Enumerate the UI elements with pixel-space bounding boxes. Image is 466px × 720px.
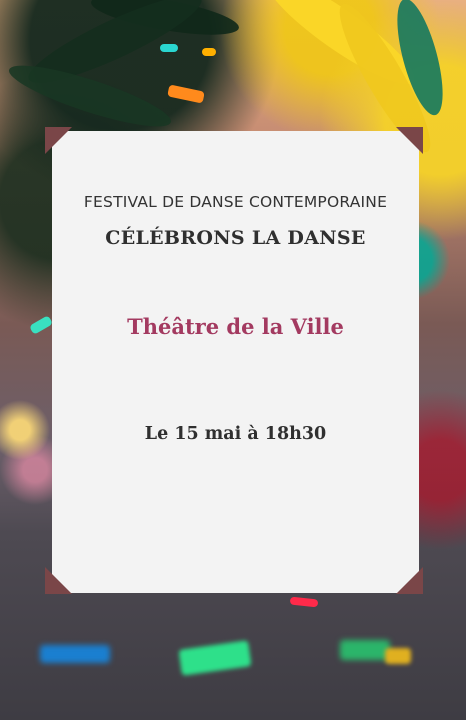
- confetti: [28, 315, 54, 335]
- confetti: [178, 640, 252, 676]
- event-date-time: Le 15 mai à 18h30: [144, 424, 327, 444]
- venue-name: Théâtre de la Ville: [127, 314, 344, 339]
- confetti: [289, 596, 319, 608]
- confetti: [202, 48, 216, 56]
- confetti: [385, 648, 411, 664]
- photo-corner-bottom-left: [45, 567, 72, 594]
- confetti: [340, 640, 390, 660]
- photo-corner-top-right: [396, 127, 423, 154]
- photo-corner-bottom-right: [396, 567, 423, 594]
- confetti: [160, 44, 178, 52]
- confetti: [167, 84, 205, 104]
- invitation-card: FESTIVAL DE DANSE CONTEMPORAINE CÉLÉBRON…: [45, 127, 423, 594]
- headline: CÉLÉBRONS LA DANSE: [105, 227, 366, 249]
- festival-label: FESTIVAL DE DANSE CONTEMPORAINE: [83, 193, 388, 211]
- confetti: [40, 645, 110, 663]
- photo-corner-top-left: [45, 127, 72, 154]
